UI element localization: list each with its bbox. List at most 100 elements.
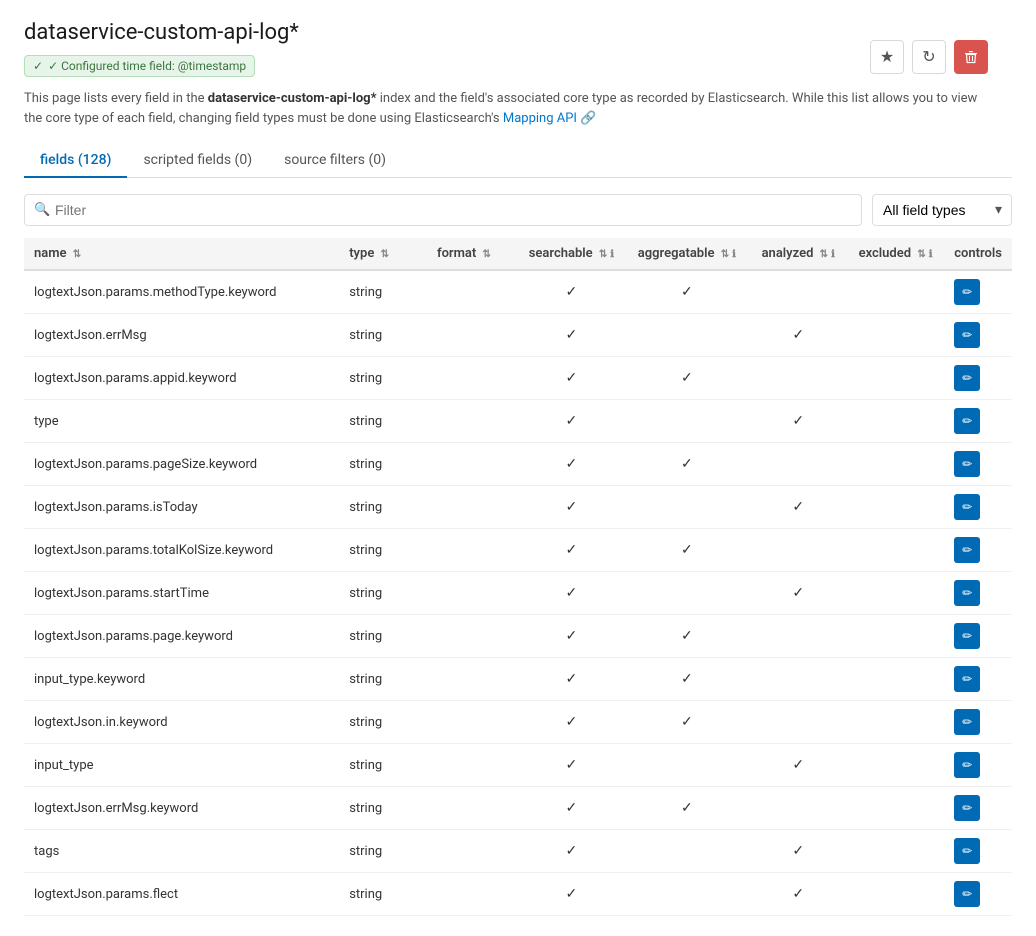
cell-name: logtextJson.params.startTime bbox=[24, 572, 339, 615]
cell-excluded bbox=[847, 357, 944, 400]
cell-type: string bbox=[339, 873, 427, 916]
edit-button[interactable]: ✏ bbox=[954, 365, 980, 391]
field-type-select[interactable]: All field types string number date boole… bbox=[872, 194, 1012, 226]
cell-searchable: ✓ bbox=[519, 357, 624, 400]
edit-button[interactable]: ✏ bbox=[954, 795, 980, 821]
cell-analyzed bbox=[750, 529, 847, 572]
edit-button[interactable]: ✏ bbox=[954, 408, 980, 434]
cell-type: string bbox=[339, 486, 427, 529]
cell-searchable: ✓ bbox=[519, 270, 624, 314]
col-header-type: type ⇅ bbox=[339, 238, 427, 270]
tab-scripted-fields[interactable]: scripted fields (0) bbox=[127, 144, 268, 178]
edit-button[interactable]: ✏ bbox=[954, 537, 980, 563]
cell-name: logtextJson.params.appid.keyword bbox=[24, 357, 339, 400]
searchable-sort-icon[interactable]: ⇅ bbox=[599, 249, 607, 260]
table-row: logtextJson.params.page.keyword string ✓… bbox=[24, 615, 1012, 658]
check-mark: ✓ bbox=[566, 585, 578, 601]
cell-name: logtextJson.params.isToday bbox=[24, 486, 339, 529]
name-sort-icon[interactable]: ⇅ bbox=[73, 249, 81, 260]
check-mark: ✓ bbox=[566, 800, 578, 816]
check-mark: ✓ bbox=[566, 542, 578, 558]
mapping-api-link[interactable]: Mapping API bbox=[503, 111, 577, 126]
searchable-info-icon[interactable]: ℹ bbox=[610, 249, 614, 260]
cell-controls: ✏ bbox=[944, 830, 1012, 873]
cell-controls: ✏ bbox=[944, 787, 1012, 830]
star-button[interactable]: ★ bbox=[870, 40, 904, 74]
edit-button[interactable]: ✏ bbox=[954, 838, 980, 864]
col-header-name: name ⇅ bbox=[24, 238, 339, 270]
cell-type: string bbox=[339, 443, 427, 486]
format-sort-icon[interactable]: ⇅ bbox=[482, 249, 490, 260]
cell-type: string bbox=[339, 744, 427, 787]
filter-input[interactable] bbox=[24, 194, 862, 226]
cell-excluded bbox=[847, 830, 944, 873]
aggregatable-info-icon[interactable]: ℹ bbox=[732, 249, 736, 260]
cell-controls: ✏ bbox=[944, 270, 1012, 314]
aggregatable-sort-icon[interactable]: ⇅ bbox=[721, 249, 729, 260]
analyzed-sort-icon[interactable]: ⇅ bbox=[820, 249, 828, 260]
cell-analyzed: ✓ bbox=[750, 744, 847, 787]
check-mark: ✓ bbox=[681, 800, 693, 816]
cell-type: string bbox=[339, 314, 427, 357]
excluded-sort-icon[interactable]: ⇅ bbox=[917, 249, 925, 260]
cell-controls: ✏ bbox=[944, 701, 1012, 744]
cell-name: logtextJson.in.keyword bbox=[24, 701, 339, 744]
check-mark: ✓ bbox=[566, 284, 578, 300]
cell-analyzed bbox=[750, 787, 847, 830]
edit-button[interactable]: ✏ bbox=[954, 881, 980, 907]
edit-button[interactable]: ✏ bbox=[954, 494, 980, 520]
cell-controls: ✏ bbox=[944, 400, 1012, 443]
check-mark: ✓ bbox=[681, 671, 693, 687]
tab-source-filters[interactable]: source filters (0) bbox=[268, 144, 402, 178]
edit-button[interactable]: ✏ bbox=[954, 451, 980, 477]
cell-format bbox=[427, 701, 519, 744]
table-row: logtextJson.params.appid.keyword string … bbox=[24, 357, 1012, 400]
cell-aggregatable: ✓ bbox=[624, 701, 750, 744]
cell-controls: ✏ bbox=[944, 443, 1012, 486]
cell-name: logtextJson.params.pageSize.keyword bbox=[24, 443, 339, 486]
cell-controls: ✏ bbox=[944, 615, 1012, 658]
type-sort-icon[interactable]: ⇅ bbox=[381, 249, 389, 260]
edit-button[interactable]: ✏ bbox=[954, 666, 980, 692]
edit-button[interactable]: ✏ bbox=[954, 623, 980, 649]
cell-name: logtextJson.params.totalKolSize.keyword bbox=[24, 529, 339, 572]
cell-controls: ✏ bbox=[944, 486, 1012, 529]
header-actions: ★ ↻ bbox=[870, 40, 988, 74]
cell-type: string bbox=[339, 357, 427, 400]
cell-format bbox=[427, 357, 519, 400]
analyzed-info-icon[interactable]: ℹ bbox=[831, 249, 835, 260]
cell-analyzed bbox=[750, 357, 847, 400]
cell-analyzed: ✓ bbox=[750, 830, 847, 873]
cell-format bbox=[427, 787, 519, 830]
cell-name: logtextJson.params.methodType.keyword bbox=[24, 270, 339, 314]
cell-aggregatable: ✓ bbox=[624, 443, 750, 486]
cell-format bbox=[427, 658, 519, 701]
edit-button[interactable]: ✏ bbox=[954, 709, 980, 735]
check-mark: ✓ bbox=[792, 413, 804, 429]
cell-aggregatable bbox=[624, 572, 750, 615]
cell-type: string bbox=[339, 701, 427, 744]
cell-excluded bbox=[847, 787, 944, 830]
table-row: logtextJson.params.pageSize.keyword stri… bbox=[24, 443, 1012, 486]
cell-excluded bbox=[847, 658, 944, 701]
cell-searchable: ✓ bbox=[519, 486, 624, 529]
cell-name: logtextJson.errMsg bbox=[24, 314, 339, 357]
tab-fields[interactable]: fields (128) bbox=[24, 144, 127, 178]
cell-searchable: ✓ bbox=[519, 701, 624, 744]
cell-type: string bbox=[339, 830, 427, 873]
col-header-searchable: searchable ⇅ℹ bbox=[519, 238, 624, 270]
check-mark: ✓ bbox=[566, 843, 578, 859]
edit-button[interactable]: ✏ bbox=[954, 580, 980, 606]
toolbar: 🔍 All field types string number date boo… bbox=[24, 194, 1012, 226]
edit-button[interactable]: ✏ bbox=[954, 752, 980, 778]
cell-excluded bbox=[847, 873, 944, 916]
edit-button[interactable]: ✏ bbox=[954, 279, 980, 305]
cell-controls: ✏ bbox=[944, 572, 1012, 615]
excluded-info-icon[interactable]: ℹ bbox=[929, 249, 933, 260]
cell-excluded bbox=[847, 400, 944, 443]
delete-button[interactable] bbox=[954, 40, 988, 74]
edit-button[interactable]: ✏ bbox=[954, 322, 980, 348]
refresh-button[interactable]: ↻ bbox=[912, 40, 946, 74]
check-mark: ✓ bbox=[566, 757, 578, 773]
cell-analyzed: ✓ bbox=[750, 400, 847, 443]
